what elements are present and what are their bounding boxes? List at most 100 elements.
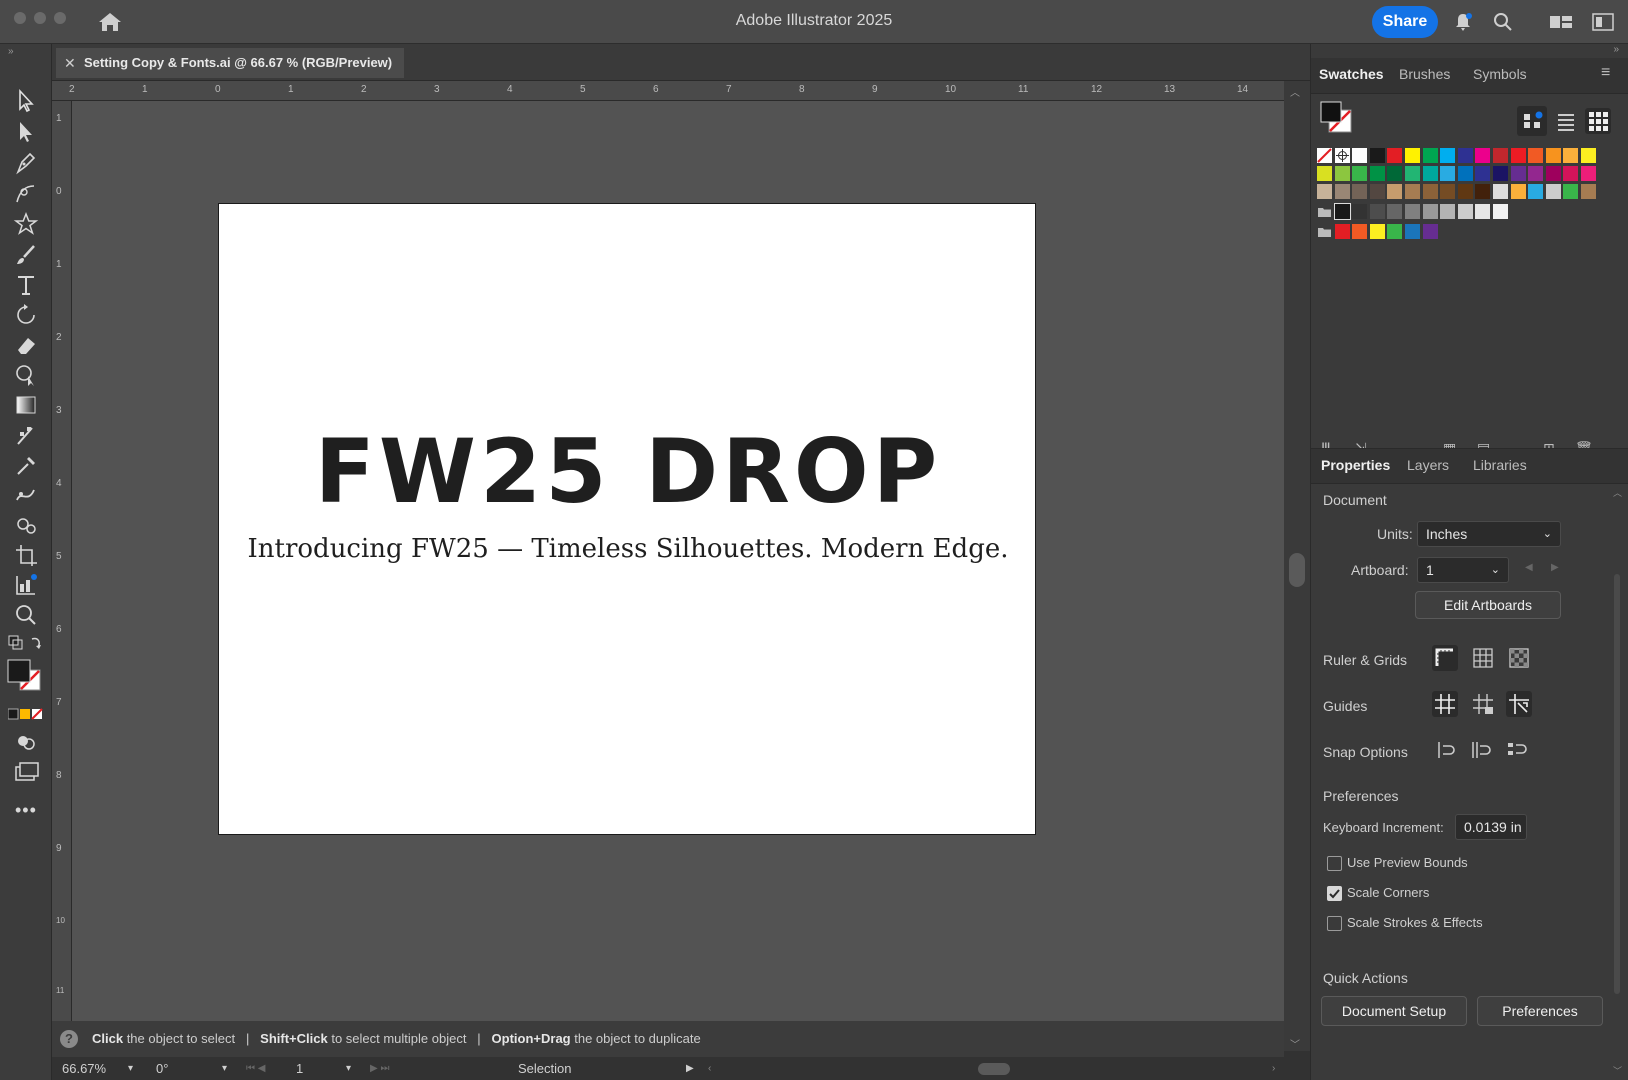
color-group-folder-icon[interactable] xyxy=(1317,204,1332,219)
swatch[interactable] xyxy=(1440,184,1456,199)
artboard[interactable]: FW25 DROP Introducing FW25 — Timeless Si… xyxy=(218,203,1036,835)
list-view-icon[interactable] xyxy=(1555,110,1577,132)
swatch[interactable] xyxy=(1528,148,1544,163)
artboard-dropdown[interactable]: 1 ⌄ xyxy=(1417,557,1509,583)
zoom-level[interactable]: 66.67% xyxy=(62,1059,106,1079)
swatch[interactable] xyxy=(1457,166,1473,181)
swatch[interactable] xyxy=(1387,166,1403,181)
swatch[interactable] xyxy=(1352,148,1368,163)
scale-corners-checkbox[interactable] xyxy=(1327,886,1342,901)
swatch[interactable] xyxy=(1387,184,1403,199)
swatch[interactable] xyxy=(1352,224,1368,239)
swatch[interactable] xyxy=(1387,224,1403,239)
horizontal-scroll-thumb[interactable] xyxy=(978,1063,1010,1075)
scroll-up-icon[interactable]: ︿ xyxy=(1613,486,1622,499)
share-button[interactable]: Share xyxy=(1372,6,1438,38)
lock-guides-icon[interactable] xyxy=(1469,690,1497,718)
swatch[interactable] xyxy=(1405,166,1420,181)
swatch[interactable] xyxy=(1545,148,1561,163)
type-tool-icon[interactable] xyxy=(12,272,40,298)
registration-swatch[interactable] xyxy=(1334,148,1350,163)
artboard-tool-icon[interactable] xyxy=(12,542,40,568)
status-menu-icon[interactable]: ▶ xyxy=(686,1059,694,1079)
properties-scrollbar[interactable]: ︿ ﹀ xyxy=(1611,484,1625,1080)
swatch[interactable] xyxy=(1422,166,1438,181)
artboard-dropdown-icon[interactable]: ▾ xyxy=(346,1059,351,1079)
graph-tool-icon[interactable] xyxy=(12,572,40,598)
show-grid-icon[interactable] xyxy=(1469,644,1497,672)
swatch[interactable] xyxy=(1493,166,1508,181)
swatch[interactable] xyxy=(1317,184,1332,199)
smart-guides-icon[interactable] xyxy=(1505,690,1533,718)
swatch[interactable] xyxy=(1334,166,1350,181)
transparency-grid-icon[interactable] xyxy=(1505,644,1533,672)
scroll-down-icon[interactable]: ﹀ xyxy=(1613,1064,1622,1077)
swatch[interactable] xyxy=(1475,148,1491,163)
edit-toolbar-more-icon[interactable]: ••• xyxy=(15,800,37,821)
headline-text[interactable]: FW25 DROP xyxy=(219,420,1037,523)
scroll-right-icon[interactable]: › xyxy=(1272,1059,1275,1079)
swatch[interactable] xyxy=(1457,148,1473,163)
curvature-tool-icon[interactable] xyxy=(12,180,40,206)
thumbnail-view-icon[interactable] xyxy=(1585,108,1611,134)
direct-selection-tool-icon[interactable] xyxy=(12,119,40,145)
star-tool-icon[interactable] xyxy=(12,211,40,237)
swatch[interactable] xyxy=(1405,184,1420,199)
rotation-value[interactable]: 0° xyxy=(156,1059,168,1079)
preferences-button[interactable]: Preferences xyxy=(1477,996,1603,1026)
notification-bell-icon[interactable] xyxy=(1452,11,1474,33)
rotate-tool-icon[interactable] xyxy=(12,302,40,328)
scale-strokes-checkbox[interactable] xyxy=(1327,916,1342,931)
selection-tool-icon[interactable] xyxy=(12,88,40,114)
swatch[interactable] xyxy=(1422,204,1438,219)
panel-menu-icon[interactable]: ≡ xyxy=(1601,64,1610,82)
swatch[interactable] xyxy=(1440,166,1456,181)
swatch[interactable] xyxy=(1387,204,1403,219)
vertical-scroll-thumb[interactable] xyxy=(1289,553,1305,587)
swatch[interactable] xyxy=(1510,184,1526,199)
scroll-up-icon[interactable]: ︿ xyxy=(1290,84,1300,99)
subheadline-text[interactable]: Introducing FW25 — Timeless Silhouettes.… xyxy=(219,534,1037,564)
fill-stroke-swatch-icon[interactable] xyxy=(6,658,46,694)
puppet-warp-tool-icon[interactable] xyxy=(12,482,40,508)
eyedropper-tool-icon[interactable] xyxy=(12,452,40,478)
swatch[interactable] xyxy=(1493,204,1508,219)
swatch[interactable] xyxy=(1440,204,1456,219)
none-swatch[interactable] xyxy=(1317,148,1332,163)
gradient-tool-icon[interactable] xyxy=(12,392,40,418)
swatch[interactable] xyxy=(1475,204,1491,219)
swatch[interactable] xyxy=(1352,204,1368,219)
swatch[interactable] xyxy=(1581,166,1596,181)
eraser-tool-icon[interactable] xyxy=(12,332,40,358)
show-rulers-icon[interactable] xyxy=(1431,644,1459,672)
first-artboard-icon[interactable]: ⏮ ◀ xyxy=(246,1059,265,1079)
snap-to-glyph-icon[interactable] xyxy=(1503,736,1531,764)
snap-to-pixel-icon[interactable] xyxy=(1467,736,1495,764)
swatch[interactable] xyxy=(1422,148,1438,163)
swatch-fill-stroke-icon[interactable] xyxy=(1319,100,1355,136)
use-preview-bounds-checkbox[interactable] xyxy=(1327,856,1342,871)
swatch[interactable] xyxy=(1528,166,1544,181)
swatch[interactable] xyxy=(1369,184,1385,199)
swatch[interactable] xyxy=(1369,204,1385,219)
artboard-number[interactable]: 1 xyxy=(296,1059,303,1079)
swatch[interactable] xyxy=(1563,184,1579,199)
swatch[interactable] xyxy=(1581,148,1596,163)
panel-toggle-icon[interactable] xyxy=(1592,12,1614,32)
swatch[interactable] xyxy=(1369,148,1385,163)
swatch[interactable] xyxy=(1333,203,1351,220)
swatch[interactable] xyxy=(1405,224,1420,239)
swatch[interactable] xyxy=(1493,148,1508,163)
workspace-layout-icon[interactable] xyxy=(1549,13,1573,31)
swatch[interactable] xyxy=(1405,204,1420,219)
drawing-modes-icon[interactable] xyxy=(12,729,40,755)
shape-builder-tool-icon[interactable] xyxy=(12,362,40,388)
keyboard-increment-input[interactable]: 0.0139 in xyxy=(1455,814,1527,840)
paintbrush-tool-icon[interactable] xyxy=(12,242,40,268)
help-icon[interactable]: ? xyxy=(60,1030,78,1048)
search-icon[interactable] xyxy=(1492,11,1514,33)
previous-artboard-icon[interactable]: ◀ xyxy=(1525,562,1533,573)
scroll-down-icon[interactable]: ﹀ xyxy=(1290,1036,1300,1051)
swatch[interactable] xyxy=(1405,148,1420,163)
swatch[interactable] xyxy=(1563,166,1579,181)
